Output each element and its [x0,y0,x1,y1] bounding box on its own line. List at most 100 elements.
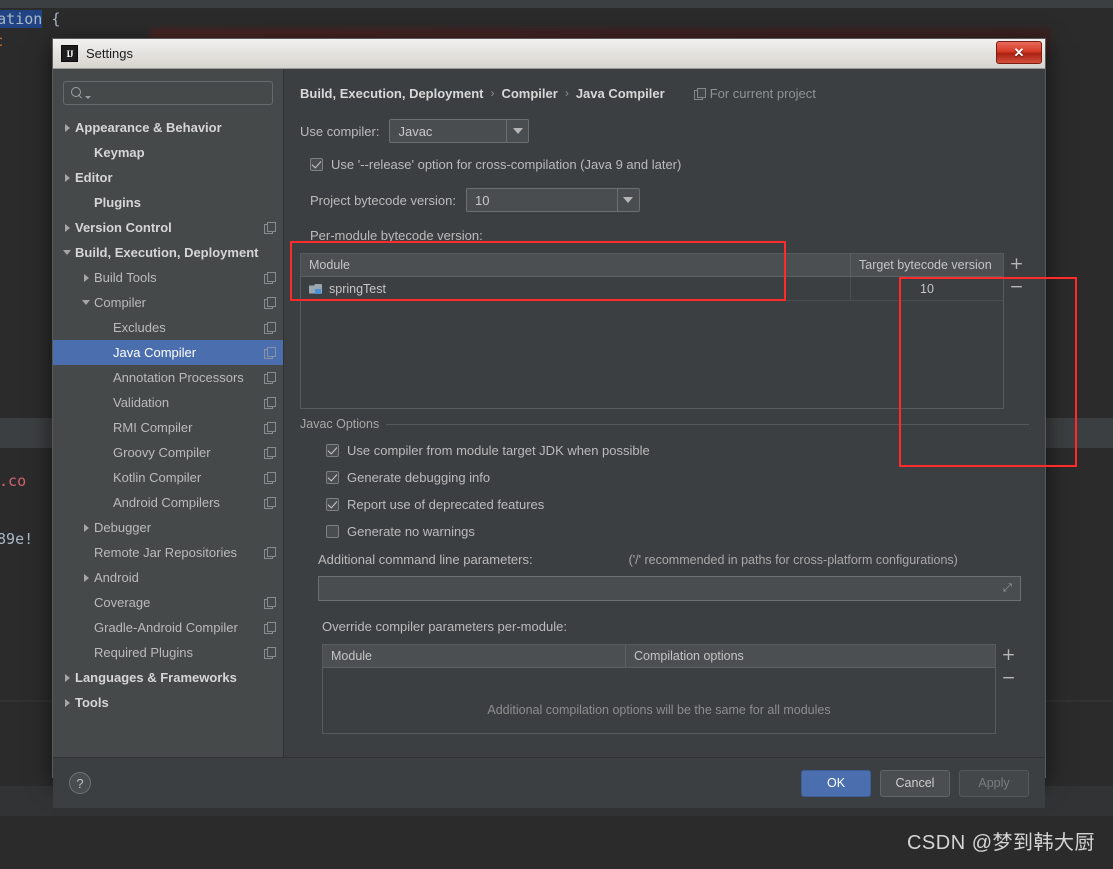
javac-option-checkbox[interactable] [326,444,339,457]
sidebar-item-tools[interactable]: Tools [53,690,283,715]
sidebar-item-languages-frameworks[interactable]: Languages & Frameworks [53,665,283,690]
copy-settings-icon[interactable] [264,372,276,384]
chevron-right-icon[interactable] [78,273,94,282]
copy-settings-icon[interactable] [264,497,276,509]
dialog-body: Appearance & Behavior Keymap Editor Plugins… [53,69,1077,757]
search-input-text[interactable] [95,85,272,101]
sidebar-item-required-plugins[interactable]: Required Plugins [53,640,283,665]
sidebar-item-build-tools[interactable]: Build Tools [53,265,283,290]
search-icon [71,86,84,100]
dialog-title: Settings [86,46,133,61]
column-header-module[interactable]: Module [301,254,851,276]
copy-settings-icon[interactable] [264,297,276,309]
sidebar-tree: Appearance & Behavior Keymap Editor Plugins… [53,113,283,757]
javac-option-row[interactable]: Use compiler from module target JDK when… [326,443,1029,458]
javac-option-row[interactable]: Generate no warnings [326,524,1029,539]
sidebar-item-plugins[interactable]: Plugins [53,190,283,215]
use-compiler-dropdown[interactable]: Javac [389,119,530,143]
chevron-right-icon[interactable] [59,698,75,707]
remove-override-button[interactable]: − [1001,670,1015,687]
copy-settings-icon[interactable] [264,272,276,284]
sidebar-item-groovy-compiler[interactable]: Groovy Compiler [53,440,283,465]
sidebar-item-rmi-compiler[interactable]: RMI Compiler [53,415,283,440]
copy-settings-icon[interactable] [264,397,276,409]
javac-option-row[interactable]: Generate debugging info [326,470,1029,485]
table-row[interactable]: springTest 10 [301,277,1003,301]
copy-settings-icon[interactable] [264,447,276,459]
use-release-option-row[interactable]: Use '--release' option for cross-compila… [310,157,1029,172]
column-header-module[interactable]: Module [323,645,626,667]
copy-settings-icon[interactable] [264,622,276,634]
chevron-down-icon[interactable] [59,250,75,255]
chevron-right-icon[interactable] [59,173,75,182]
cell-target-bytecode[interactable]: 10 [851,277,1003,300]
sidebar-item-kotlin-compiler[interactable]: Kotlin Compiler [53,465,283,490]
sidebar-item-debugger[interactable]: Debugger [53,515,283,540]
sidebar-item-annotation-processors[interactable]: Annotation Processors [53,365,283,390]
breadcrumb-part-1[interactable]: Build, Execution, Deployment [300,86,483,101]
sidebar-item-editor[interactable]: Editor [53,165,283,190]
expand-icon[interactable]: ⤢ [1003,583,1014,594]
editor-code-line-1: pplication { [0,10,60,28]
sidebar-item-version-control[interactable]: Version Control [53,215,283,240]
copy-settings-icon[interactable] [264,647,276,659]
chevron-right-icon[interactable] [78,523,94,532]
additional-params-row: Additional command line parameters: ('/'… [318,552,1029,567]
sidebar-item-label: Excludes [113,320,166,335]
sidebar-item-android-compilers[interactable]: Android Compilers [53,490,283,515]
override-table-buttons: + − [996,644,1021,734]
sidebar-item-compiler[interactable]: Compiler [53,290,283,315]
module-table-buttons: + − [1004,253,1029,409]
sidebar-item-label: Appearance & Behavior [75,120,222,135]
javac-option-row[interactable]: Report use of deprecated features [326,497,1029,512]
sidebar-item-coverage[interactable]: Coverage [53,590,283,615]
copy-settings-icon[interactable] [264,322,276,334]
javac-option-checkbox[interactable] [326,525,339,538]
copy-settings-icon[interactable] [264,422,276,434]
sidebar-item-validation[interactable]: Validation [53,390,283,415]
use-release-option-checkbox[interactable] [310,158,323,171]
sidebar-item-label: Plugins [94,195,141,210]
copy-settings-icon[interactable] [264,472,276,484]
breadcrumb-part-2[interactable]: Compiler [501,86,557,101]
column-header-compilation-options[interactable]: Compilation options [626,645,995,667]
column-header-target-bytecode[interactable]: Target bytecode version [851,254,1003,276]
copy-settings-icon[interactable] [264,547,276,559]
sidebar-item-build-execution-deployment[interactable]: Build, Execution, Deployment [53,240,283,265]
chevron-right-icon[interactable] [59,673,75,682]
javac-option-checkbox[interactable] [326,498,339,511]
sidebar-item-label: Editor [75,170,113,185]
close-icon[interactable]: ✕ [996,41,1042,64]
sidebar-item-gradle-android-compiler[interactable]: Gradle-Android Compiler [53,615,283,640]
chevron-right-icon[interactable] [59,223,75,232]
apply-button[interactable]: Apply [959,769,1029,797]
add-override-button[interactable]: + [1001,647,1015,664]
add-module-button[interactable]: + [1009,256,1023,273]
remove-module-button[interactable]: − [1009,279,1023,296]
project-bytecode-dropdown[interactable]: 10 [465,188,640,212]
chevron-right-icon[interactable] [59,123,75,132]
cancel-button[interactable]: Cancel [880,769,950,797]
copy-settings-icon[interactable] [264,597,276,609]
ok-button[interactable]: OK [801,769,871,797]
additional-params-label: Additional command line parameters: [318,552,533,567]
copy-settings-icon[interactable] [693,87,706,100]
sidebar-item-keymap[interactable]: Keymap [53,140,283,165]
sidebar-item-android[interactable]: Android [53,565,283,590]
override-table-header: Module Compilation options [323,645,995,668]
chevron-down-icon[interactable] [78,300,94,305]
additional-params-input[interactable]: ⤢ [318,576,1021,601]
copy-settings-icon[interactable] [264,347,276,359]
sidebar-item-remote-jar-repositories[interactable]: Remote Jar Repositories [53,540,283,565]
javac-option-checkbox[interactable] [326,471,339,484]
copy-settings-icon[interactable] [264,222,276,234]
sidebar-item-excludes[interactable]: Excludes [53,315,283,340]
sidebar-item-label: RMI Compiler [113,420,193,435]
sidebar-item-java-compiler[interactable]: Java Compiler [53,340,283,365]
javac-options-title: Javac Options [300,417,380,431]
sidebar-item-appearance-behavior[interactable]: Appearance & Behavior [53,115,283,140]
chevron-right-icon[interactable] [78,573,94,582]
help-button[interactable]: ? [69,772,91,794]
dialog-titlebar[interactable]: IJ Settings ✕ [53,39,1045,69]
search-input[interactable] [63,81,273,105]
